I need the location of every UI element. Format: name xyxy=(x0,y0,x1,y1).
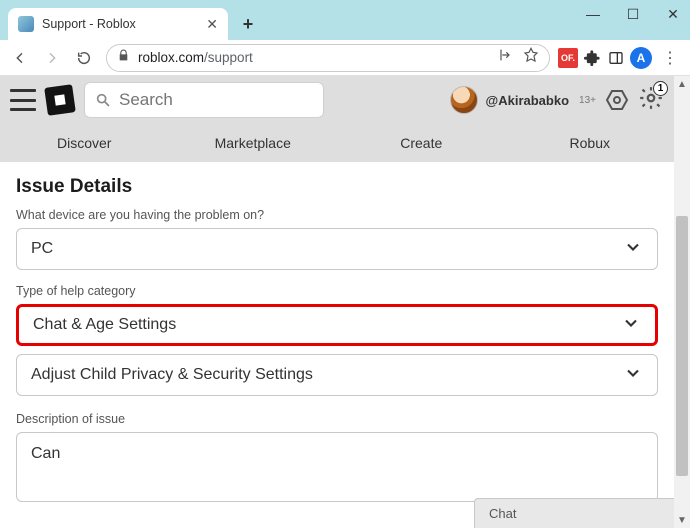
extensions-icon[interactable] xyxy=(582,48,602,68)
bookmark-icon[interactable] xyxy=(523,47,539,68)
nav-discover[interactable]: Discover xyxy=(0,135,169,151)
nav-marketplace[interactable]: Marketplace xyxy=(169,135,338,151)
main-nav: Discover Marketplace Create Robux xyxy=(0,124,674,162)
scroll-down-icon[interactable]: ▼ xyxy=(674,512,690,528)
scroll-up-icon[interactable]: ▲ xyxy=(674,76,690,92)
browser-toolbar: roblox.com/support OF. A ⋮ xyxy=(0,40,690,76)
chevron-down-icon xyxy=(621,313,641,338)
notification-badge: 1 xyxy=(653,81,668,96)
forward-button[interactable] xyxy=(38,44,66,72)
tab-close-icon[interactable]: ✕ xyxy=(206,16,218,33)
support-form: Issue Details What device are you having… xyxy=(0,162,674,502)
search-icon xyxy=(95,91,111,109)
maximize-button[interactable]: ☐ xyxy=(620,4,646,24)
user-avatar[interactable] xyxy=(450,86,478,114)
chevron-down-icon xyxy=(623,237,643,262)
age-flag: 13+ xyxy=(579,95,596,106)
url-text: roblox.com/support xyxy=(138,50,253,65)
page-content: @Akirababko 13+ 1 Discover Marketplace C… xyxy=(0,76,674,528)
roblox-logo[interactable] xyxy=(44,84,76,116)
search-input[interactable] xyxy=(119,90,313,110)
reload-button[interactable] xyxy=(70,44,98,72)
browser-tab[interactable]: Support - Roblox ✕ xyxy=(8,8,228,40)
minimize-button[interactable]: ― xyxy=(580,4,606,24)
robux-icon[interactable] xyxy=(604,87,630,113)
tab-title: Support - Roblox xyxy=(42,17,198,31)
extension-of[interactable]: OF. xyxy=(558,48,578,68)
description-textarea[interactable]: Can xyxy=(16,432,658,502)
new-tab-button[interactable]: + xyxy=(234,10,262,38)
username-label[interactable]: @Akirababko xyxy=(486,93,569,108)
share-icon[interactable] xyxy=(497,47,513,68)
help-subcategory-select[interactable]: Adjust Child Privacy & Security Settings xyxy=(16,354,658,396)
close-window-button[interactable]: ✕ xyxy=(660,4,686,24)
description-label: Description of issue xyxy=(16,412,658,426)
side-panel-icon[interactable] xyxy=(606,48,626,68)
site-search[interactable] xyxy=(84,82,324,118)
help-category-value: Chat & Age Settings xyxy=(33,316,176,334)
device-label: What device are you having the problem o… xyxy=(16,208,658,222)
favicon xyxy=(18,16,34,32)
back-button[interactable] xyxy=(6,44,34,72)
chrome-menu-icon[interactable]: ⋮ xyxy=(656,44,684,72)
chat-widget[interactable]: Chat xyxy=(474,498,674,528)
scroll-thumb[interactable] xyxy=(676,216,688,476)
device-select[interactable]: PC xyxy=(16,228,658,270)
help-category-label: Type of help category xyxy=(16,284,658,298)
address-bar[interactable]: roblox.com/support xyxy=(106,44,550,72)
site-header: @Akirababko 13+ 1 Discover Marketplace C… xyxy=(0,76,674,162)
chevron-down-icon xyxy=(623,363,643,388)
device-value: PC xyxy=(31,240,53,258)
lock-icon xyxy=(117,49,130,67)
nav-robux[interactable]: Robux xyxy=(506,135,675,151)
scrollbar[interactable]: ▲ ▼ xyxy=(674,76,690,528)
chat-label: Chat xyxy=(489,506,516,521)
menu-icon[interactable] xyxy=(10,89,36,111)
window-controls: ― ☐ ✕ xyxy=(580,4,686,24)
help-category-select[interactable]: Chat & Age Settings xyxy=(16,304,658,346)
profile-avatar[interactable]: A xyxy=(630,47,652,69)
help-subcategory-value: Adjust Child Privacy & Security Settings xyxy=(31,366,313,384)
browser-titlebar: Support - Roblox ✕ + ― ☐ ✕ xyxy=(0,0,690,40)
nav-create[interactable]: Create xyxy=(337,135,506,151)
settings-button[interactable]: 1 xyxy=(638,85,664,116)
page-title: Issue Details xyxy=(16,176,658,198)
